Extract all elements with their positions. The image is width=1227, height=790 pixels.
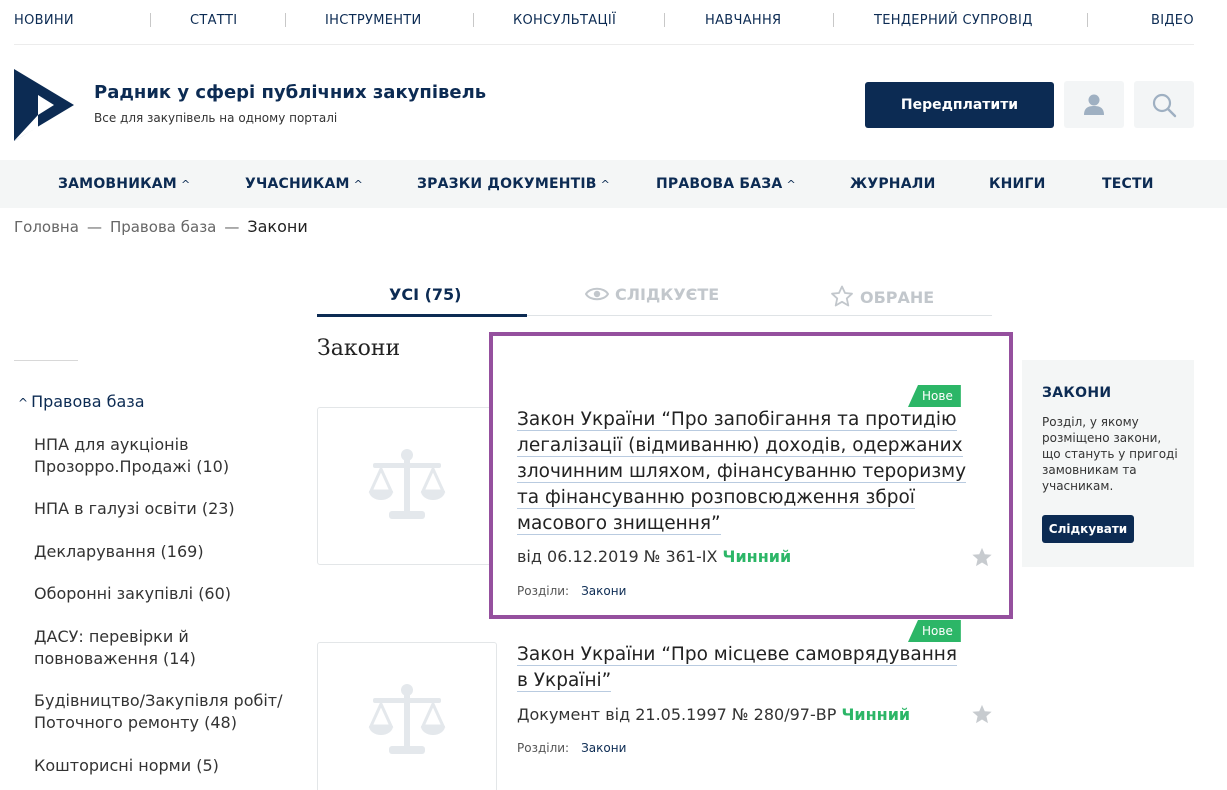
logo-icon[interactable] [14, 69, 74, 141]
document-meta: Документ від 21.05.1997 № 280/97-ВР Чинн… [517, 705, 911, 724]
section-title: Закони [317, 336, 401, 361]
status-badge: Чинний [722, 547, 792, 566]
info-box-title: ЗАКОНИ [1042, 385, 1112, 401]
breadcrumb: Головна — Правова база — Закони [14, 217, 308, 236]
main-nav-journals[interactable]: ЖУРНАЛИ [850, 176, 936, 192]
top-nav-tools[interactable]: ІНСТРУМЕНТИ [325, 13, 422, 28]
user-button[interactable] [1064, 81, 1124, 128]
section-link[interactable]: Закони [581, 741, 626, 755]
document-thumbnail[interactable] [317, 642, 497, 790]
document-title[interactable]: Закон України “Про місцеве самоврядуванн… [517, 642, 967, 694]
top-nav-separator [664, 13, 665, 27]
sidebar-item-defense[interactable]: Оборонні закупівлі (60) [34, 583, 294, 605]
tab-following[interactable]: СЛІДКУЄТЕ [584, 285, 719, 304]
star-outline-icon [831, 285, 853, 307]
top-nav: НОВИНИ СТАТТІ ІНСТРУМЕНТИ КОНСУЛЬТАЦІЇ Н… [0, 0, 1227, 45]
active-tab-indicator [317, 314, 527, 317]
sidebar-divider [14, 360, 78, 361]
search-icon [1152, 93, 1177, 117]
chevron-up-icon: ^ [786, 178, 796, 191]
new-badge: Нове [908, 620, 961, 642]
document-thumbnail[interactable] [317, 407, 497, 565]
chevron-up-icon: ^ [600, 178, 611, 191]
top-nav-divider [14, 44, 1194, 45]
sidebar-item-auctions[interactable]: НПА для аукціонів Прозорро.Продажі (10) [34, 434, 294, 478]
top-nav-separator [473, 13, 474, 27]
info-box-description: Розділ, у якому розміщено закони, що ста… [1042, 415, 1178, 493]
top-nav-articles[interactable]: СТАТТІ [190, 13, 237, 28]
top-nav-video[interactable]: ВІДЕО [1151, 13, 1194, 28]
main-nav: ЗАМОВНИКАМ ^ УЧАСНИКАМ ^ ЗРАЗКИ ДОКУМЕНТІВ… [0, 160, 1227, 208]
top-nav-tender-support[interactable]: ТЕНДЕРНИЙ СУПРОВІД [874, 13, 1033, 28]
breadcrumb-home[interactable]: Головна [14, 218, 79, 236]
top-nav-education[interactable]: НАВЧАННЯ [705, 13, 781, 28]
document-title[interactable]: Закон України “Про запобігання та протид… [517, 407, 967, 537]
top-nav-separator [285, 13, 286, 27]
top-nav-separator [833, 13, 834, 27]
main-nav-participants[interactable]: УЧАСНИКАМ ^ [245, 176, 363, 192]
eye-icon [584, 287, 610, 301]
top-nav-news[interactable]: НОВИНИ [14, 13, 74, 28]
site-subtitle: Все для закупівель на одному порталі [94, 111, 338, 125]
follow-button[interactable]: Слідкувати [1042, 515, 1134, 543]
section-link[interactable]: Закони [581, 584, 626, 598]
document-sections: Розділи: Закони [517, 741, 627, 755]
favorite-star-icon[interactable] [971, 703, 993, 725]
scales-icon [368, 684, 446, 754]
status-badge: Чинний [841, 705, 911, 724]
tab-all[interactable]: УСІ (75) [389, 285, 462, 304]
main-nav-books[interactable]: КНИГИ [989, 176, 1046, 192]
main-nav-tests[interactable]: ТЕСТИ [1102, 176, 1154, 192]
sidebar-item-dasu[interactable]: ДАСУ: перевірки й повноваження (14) [34, 626, 294, 670]
subscribe-button[interactable]: Передплатити [865, 82, 1054, 128]
search-button[interactable] [1134, 81, 1194, 128]
document-meta: від 06.12.2019 № 361-IX Чинний [517, 547, 792, 566]
site-title[interactable]: Радник у сфері публічних закупівель [94, 82, 486, 103]
user-icon [1084, 94, 1104, 115]
chevron-up-icon: ^ [180, 178, 191, 191]
tab-favorites[interactable]: ОБРАНЕ [830, 285, 934, 307]
sidebar-root-legal-base[interactable]: ^ Правова база [18, 392, 145, 411]
sidebar-item-estimate-norms[interactable]: Кошторисні норми (5) [34, 755, 294, 777]
sidebar-item-declaration[interactable]: Декларування (169) [34, 541, 294, 563]
main-nav-document-samples[interactable]: ЗРАЗКИ ДОКУМЕНТІВ ^ [417, 176, 610, 192]
chevron-up-icon: ^ [18, 396, 29, 410]
filter-tabs: УСІ (75) СЛІДКУЄТЕ ОБРАНЕ [317, 276, 992, 317]
document-sections: Розділи: Закони [517, 584, 627, 598]
scales-icon [368, 449, 446, 519]
top-nav-consultations[interactable]: КОНСУЛЬТАЦІЇ [513, 13, 616, 28]
top-nav-separator [150, 13, 151, 27]
chevron-up-icon: ^ [353, 178, 364, 191]
breadcrumb-current: Закони [247, 217, 308, 236]
favorite-star-icon[interactable] [971, 546, 993, 568]
breadcrumb-legal-base[interactable]: Правова база [110, 218, 216, 236]
sidebar-item-construction[interactable]: Будівництво/Закупівля робіт/ Поточного р… [34, 690, 294, 734]
sidebar-item-education[interactable]: НПА в галузі освіти (23) [34, 498, 294, 520]
top-nav-separator [1087, 13, 1088, 27]
main-nav-customers[interactable]: ЗАМОВНИКАМ ^ [58, 176, 190, 192]
section-info-box: ЗАКОНИ Розділ, у якому розміщено закони,… [1022, 360, 1194, 567]
main-nav-legal-base[interactable]: ПРАВОВА БАЗА ^ [656, 176, 796, 192]
